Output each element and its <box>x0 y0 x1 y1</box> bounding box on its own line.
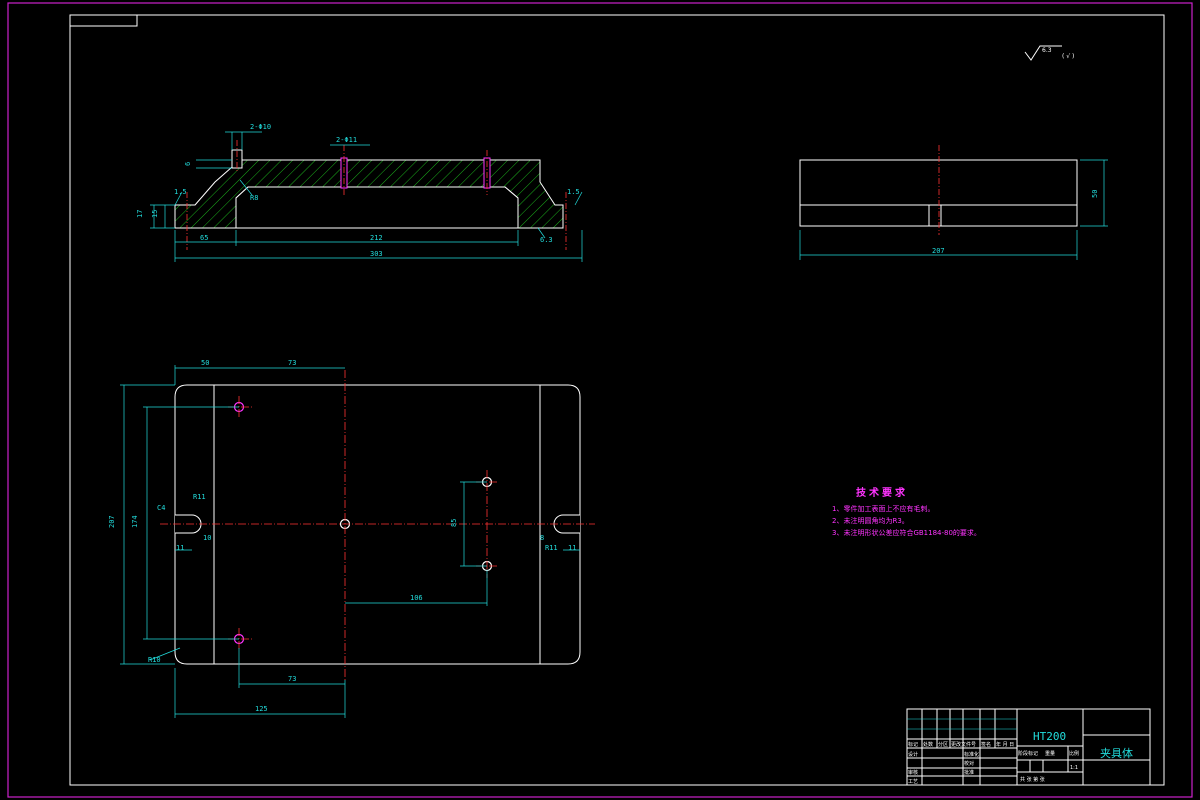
dim-w65: 65 <box>200 234 208 242</box>
dim-r11-right: R11 <box>545 544 558 552</box>
dim-11-right: 11 <box>568 544 576 552</box>
dim-r10: R10 <box>148 656 161 664</box>
surface-finish-other: ( √ ) <box>1062 53 1074 60</box>
tb-sheets: 共 张 第 张 <box>1020 776 1045 783</box>
tb-review: 审核 <box>908 769 918 776</box>
surface-finish-mark: 6.3 ( √ ) <box>1024 45 1074 61</box>
tb-check: 校对 <box>964 760 974 767</box>
tech-req-item: 2、未注明圆角均为R3。 <box>832 516 909 525</box>
title-block: 标记 处数 分区 更改文件号 签名 年 月 日 设计 标准化 校对 审核 批准 … <box>906 708 1151 786</box>
dim-side-width: 207 <box>932 247 945 255</box>
tb-design: 设计 <box>908 751 918 758</box>
dim-bottom-73: 73 <box>288 675 296 683</box>
dim-top-73: 73 <box>288 359 296 367</box>
dim-side-height: 50 <box>1091 190 1099 198</box>
sheet-border <box>7 2 1193 798</box>
dim-hole-left: 2-Φ10 <box>250 123 271 131</box>
tech-req-item: 3、未注明形状公差应符合GB1184-80的要求。 <box>832 528 981 537</box>
dim-depth: 6 <box>184 162 192 166</box>
dim-w212: 212 <box>370 234 383 242</box>
material-label: HT200 <box>1033 730 1066 743</box>
dim-125: 125 <box>255 705 268 713</box>
dim-hole-mid: 2-Φ11 <box>336 136 357 144</box>
dim-top-207: 207 <box>108 515 116 528</box>
dim-w303: 303 <box>370 250 383 258</box>
top-view: 50 73 207 174 C4 R11 11 10 85 106 73 125… <box>108 359 595 718</box>
dim-r11-left: R11 <box>193 493 206 501</box>
tb-weight: 重量 <box>1045 750 1055 757</box>
dim-8: 8 <box>540 534 544 542</box>
tb-stage: 阶段标记 <box>1018 750 1038 757</box>
tb-count: 处数 <box>923 741 933 748</box>
tb-change-doc: 更改文件号 <box>951 741 976 748</box>
dim-top-174: 174 <box>131 515 139 528</box>
drawing-frame <box>69 14 1165 786</box>
tech-req-item: 1、零件加工表面上不应有毛刺。 <box>832 504 934 513</box>
dim-11-left: 11 <box>176 544 184 552</box>
side-view: 207 50 <box>799 145 1108 260</box>
tb-scale: 比例 <box>1069 750 1079 757</box>
tb-process: 工艺 <box>908 779 918 785</box>
dim-left-small: 1.5 <box>174 188 187 196</box>
tech-req-title: 技术要求 <box>856 486 908 499</box>
tb-approve: 批准 <box>964 769 974 776</box>
tb-zone: 分区 <box>938 741 948 748</box>
dim-right-small: 1.5 <box>567 188 580 196</box>
dim-r8: R8 <box>250 194 258 202</box>
tb-standard: 标准化 <box>964 751 979 758</box>
corner-box <box>69 14 138 27</box>
dim-106: 106 <box>410 594 423 602</box>
dim-top-50: 50 <box>201 359 209 367</box>
dim-h17: 17 <box>136 210 144 218</box>
dim-10: 10 <box>203 534 211 542</box>
surface-finish-value: 6.3 <box>1042 47 1052 54</box>
dim-h15: 15 <box>151 210 159 218</box>
part-name: 夹具体 <box>1100 746 1133 760</box>
tb-sign: 签名 <box>981 741 991 748</box>
tb-mark: 标记 <box>908 741 918 748</box>
dim-c4: C4 <box>157 504 165 512</box>
front-view: 2-Φ10 2-Φ11 6 1.5 17 15 R8 65 212 303 1.… <box>136 123 583 262</box>
dim-85: 85 <box>450 519 458 527</box>
tb-date: 年 月 日 <box>996 741 1014 748</box>
dim-ra: 6.3 <box>540 236 553 244</box>
tb-scale-value: 1:1 <box>1070 765 1078 771</box>
cad-drawing: 6.3 ( √ ) 2-Φ10 2-Φ11 6 1.5 17 15 R8 65 … <box>7 2 1193 798</box>
tech-requirements: 技术要求 1、零件加工表面上不应有毛刺。 2、未注明圆角均为R3。 3、未注明形… <box>832 486 981 537</box>
